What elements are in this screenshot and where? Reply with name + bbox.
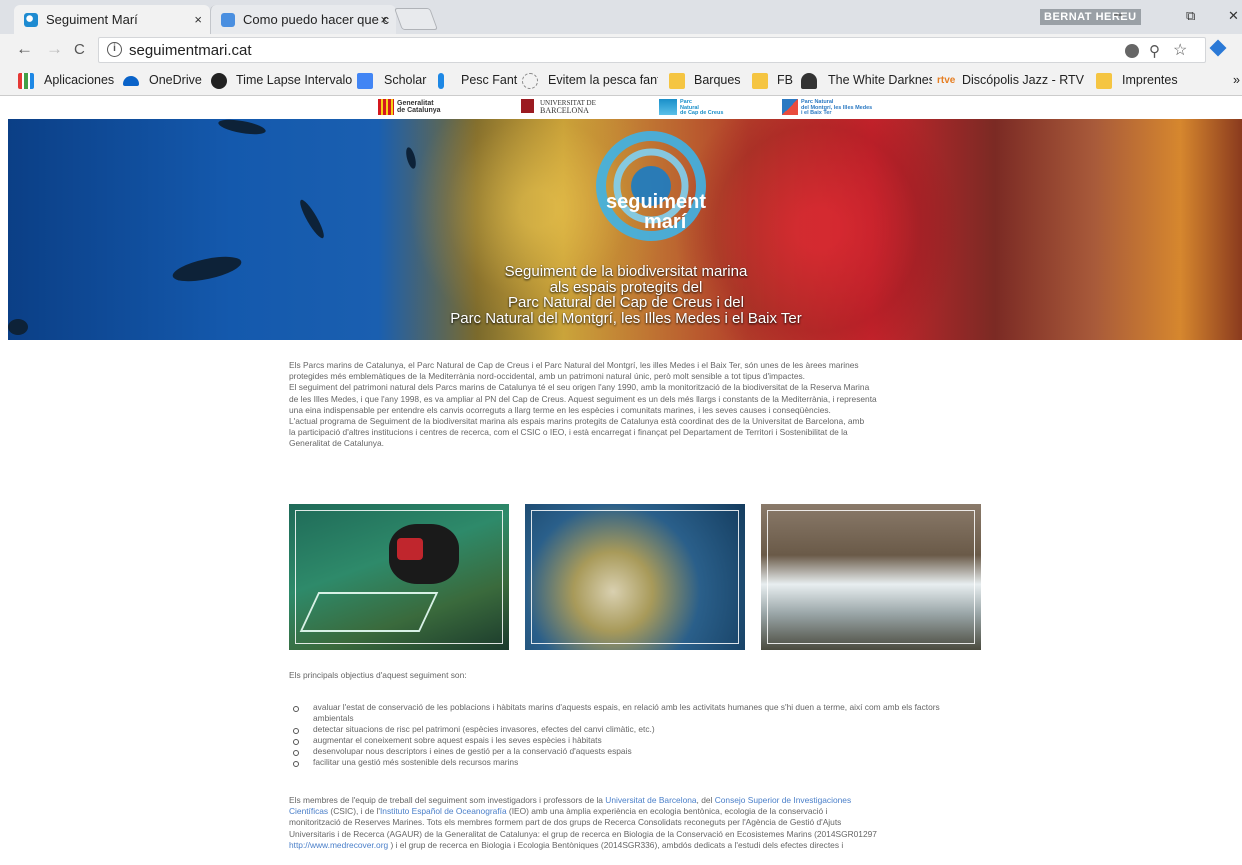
bookmark-discopolis[interactable]: Discópolis Jazz - RTV	[962, 73, 1086, 87]
browser-tabbar: Seguiment Marí × Como puedo hacer que c …	[0, 0, 1242, 34]
list-item: detectar situacions de risc pel patrimon…	[289, 724, 979, 735]
tab-title: Como puedo hacer que c	[243, 12, 389, 27]
list-item: augmentar el coneixement sobre aquest es…	[289, 735, 979, 746]
close-tab-icon[interactable]: ×	[194, 5, 202, 34]
back-icon[interactable]: ←	[16, 39, 33, 59]
photo-frame	[295, 510, 503, 644]
close-tab-icon[interactable]: ×	[380, 5, 388, 34]
bookmarks-bar: Aplicaciones OneDrive Time Lapse Interva…	[0, 66, 1242, 96]
compass-icon	[522, 73, 538, 89]
ieo-link[interactable]: Instituto Español de Oceanografía	[380, 806, 507, 816]
bookmark-evitem[interactable]: Evitem la pesca fanta	[548, 73, 658, 87]
bookmark-aplicaciones[interactable]: Aplicaciones	[44, 73, 114, 87]
fish-image	[404, 146, 418, 170]
fish-image	[170, 251, 244, 287]
list-item: facilitar una gestió més sostenible dels…	[289, 757, 979, 768]
folder-icon	[752, 73, 768, 89]
medrecover-link[interactable]: http://www.medrecover.org	[289, 840, 388, 850]
bookmark-star-icon[interactable]: ☆	[1173, 40, 1187, 60]
logo-text-seguiment: seguiment	[606, 191, 706, 213]
diver-photo[interactable]	[289, 504, 509, 650]
rtve-icon: rtve	[937, 75, 956, 86]
folder-icon	[1096, 73, 1112, 89]
apps-icon	[18, 73, 34, 89]
profile-badge[interactable]: BERNAT HEREU	[1040, 9, 1141, 25]
extension-icon[interactable]	[1209, 39, 1227, 57]
fish-image	[8, 319, 28, 335]
scholar-icon	[357, 73, 373, 89]
fish-image	[217, 119, 267, 138]
montgri-mark-icon	[782, 99, 798, 115]
rocky-coast-photo[interactable]	[761, 504, 981, 650]
logo-text-mari: marí	[644, 211, 688, 233]
onedrive-icon	[123, 76, 139, 86]
seguiment-mari-logo: seguiment marí	[596, 131, 706, 241]
camera-icon	[211, 73, 227, 89]
photo-frame	[531, 510, 739, 644]
list-item: avaluar l'estat de conservació de les po…	[289, 702, 979, 724]
browser-toolbar: ← → C i seguimentmari.cat ⚲ ☆	[0, 34, 1242, 66]
hero-title: Seguiment de la biodiversitat marina als…	[450, 263, 802, 327]
figure-icon	[801, 73, 817, 89]
info-icon[interactable]: i	[107, 42, 122, 57]
folder-icon	[669, 73, 685, 89]
bookmark-barques[interactable]: Barques	[694, 73, 741, 87]
objectives-intro: Els principals objectius d'aquest seguim…	[289, 670, 467, 680]
bookmark-timelapse[interactable]: Time Lapse Intervalo	[236, 73, 352, 87]
drop-icon	[438, 73, 444, 89]
minimize-icon[interactable]: –	[1114, 6, 1122, 23]
cap-de-creus-mark-icon	[659, 99, 677, 115]
more-bookmarks-icon[interactable]: »	[1233, 73, 1240, 87]
bookmark-pesc-fant[interactable]: Pesc Fant	[461, 73, 517, 87]
new-tab-button[interactable]	[393, 8, 439, 30]
cookie-blocked-icon[interactable]	[1125, 44, 1139, 58]
bookmark-white-darkness[interactable]: The White Darkness	[828, 73, 932, 87]
photo-frame	[767, 510, 975, 644]
intro-text: Els Parcs marins de Catalunya, el Parc N…	[289, 360, 877, 449]
reload-icon[interactable]: C	[74, 41, 85, 58]
tab-title: Seguiment Marí	[46, 12, 138, 27]
close-window-icon[interactable]: ✕	[1228, 8, 1239, 24]
bookmark-scholar[interactable]: Scholar	[384, 73, 426, 87]
csic-link[interactable]: Consejo Superior de Investigaciones	[715, 795, 851, 805]
tab-como-puedo[interactable]: Como puedo hacer que c ×	[210, 5, 396, 34]
gorgonian-photo[interactable]	[525, 504, 745, 650]
url-text[interactable]: seguimentmari.cat	[129, 42, 252, 59]
csic-link-cont[interactable]: Científicas	[289, 806, 328, 816]
generalitat-mark-icon	[378, 99, 394, 115]
bookmark-imprentes[interactable]: Imprentes	[1122, 73, 1178, 87]
hero-banner: seguiment marí Seguiment de la biodivers…	[8, 119, 1242, 340]
objectives-list: avaluar l'estat de conservació de les po…	[289, 702, 979, 768]
fish-image	[296, 197, 328, 241]
team-text: Els membres de l'equip de treball del se…	[289, 795, 877, 850]
seguiment-favicon-icon	[24, 13, 38, 27]
ub-link[interactable]: Universitat de Barcelona	[605, 795, 696, 805]
address-bar[interactable]: i seguimentmari.cat ⚲ ☆	[98, 37, 1206, 63]
document-favicon-icon	[221, 13, 235, 27]
list-item: desenvolupar nous descriptors i eines de…	[289, 746, 979, 757]
bookmark-fb[interactable]: FB	[777, 73, 793, 87]
restore-icon[interactable]: ⧉	[1186, 8, 1195, 24]
bookmark-onedrive[interactable]: OneDrive	[149, 73, 202, 87]
ub-mark-icon	[521, 99, 534, 113]
partner-logos: Generalitat de Catalunya UNIVERSITAT DE BA…	[0, 96, 1242, 119]
forward-icon[interactable]: →	[46, 39, 63, 59]
tab-seguiment-mari[interactable]: Seguiment Marí ×	[14, 5, 210, 34]
zoom-icon[interactable]: ⚲	[1149, 42, 1160, 60]
